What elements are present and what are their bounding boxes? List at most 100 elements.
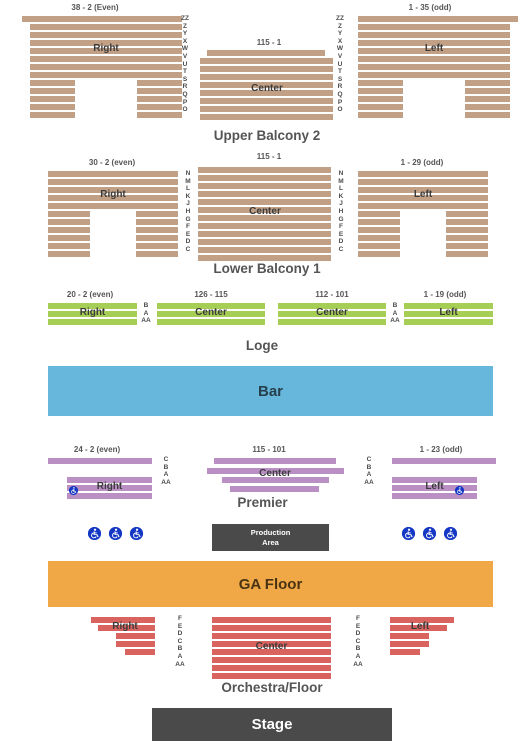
seat-row[interactable] xyxy=(207,468,344,474)
seat-row[interactable] xyxy=(91,617,155,623)
seat-row[interactable] xyxy=(136,211,178,217)
seat-row[interactable] xyxy=(200,90,333,96)
seat-row[interactable] xyxy=(200,58,333,64)
seat-row[interactable] xyxy=(198,247,331,253)
seat-row[interactable] xyxy=(358,219,400,225)
seat-row[interactable] xyxy=(212,633,331,639)
seat-row[interactable] xyxy=(137,80,182,86)
seat-row[interactable] xyxy=(200,106,333,112)
seat-row[interactable] xyxy=(30,40,182,46)
wheelchair-accessible-icon[interactable] xyxy=(109,527,122,540)
seat-row[interactable] xyxy=(465,96,510,102)
seat-row[interactable] xyxy=(390,625,447,631)
section-block-ga-floor[interactable]: GA Floor xyxy=(48,561,493,607)
seat-row[interactable] xyxy=(212,657,331,663)
stage-block[interactable]: Stage xyxy=(152,708,392,741)
seat-row[interactable] xyxy=(358,40,510,46)
seat-row[interactable] xyxy=(446,219,488,225)
wheelchair-accessible-icon[interactable] xyxy=(402,527,415,540)
seat-row[interactable] xyxy=(67,477,152,483)
seat-row[interactable] xyxy=(390,641,429,647)
wheelchair-accessible-icon[interactable] xyxy=(88,527,101,540)
seat-row[interactable] xyxy=(278,319,386,325)
seat-row[interactable] xyxy=(358,80,403,86)
seat-row[interactable] xyxy=(198,231,331,237)
seat-row[interactable] xyxy=(358,227,400,233)
seat-row[interactable] xyxy=(48,243,90,249)
seat-row[interactable] xyxy=(200,98,333,104)
wheelchair-accessible-icon[interactable] xyxy=(455,486,464,495)
seat-row[interactable] xyxy=(358,235,400,241)
seat-row[interactable] xyxy=(446,227,488,233)
seat-row[interactable] xyxy=(278,303,386,309)
seat-row[interactable] xyxy=(358,211,400,217)
seat-row[interactable] xyxy=(358,195,488,201)
seat-row[interactable] xyxy=(446,243,488,249)
wheelchair-accessible-icon[interactable] xyxy=(423,527,436,540)
seat-row[interactable] xyxy=(136,251,178,257)
seat-row[interactable] xyxy=(48,227,90,233)
seat-row[interactable] xyxy=(67,485,152,491)
seat-row[interactable] xyxy=(212,641,331,647)
seat-row[interactable] xyxy=(198,183,331,189)
seat-row[interactable] xyxy=(137,104,182,110)
seat-row[interactable] xyxy=(358,24,510,30)
seat-row[interactable] xyxy=(392,477,477,483)
wheelchair-accessible-icon[interactable] xyxy=(69,486,78,495)
seat-row[interactable] xyxy=(30,112,75,118)
seat-row[interactable] xyxy=(48,219,90,225)
section-block-bar[interactable]: Bar xyxy=(48,366,493,416)
seat-row[interactable] xyxy=(198,167,331,173)
seat-row[interactable] xyxy=(200,66,333,72)
seat-row[interactable] xyxy=(30,56,182,62)
seat-row[interactable] xyxy=(67,493,152,499)
seat-row[interactable] xyxy=(30,48,182,54)
seat-row[interactable] xyxy=(116,633,155,639)
seat-row[interactable] xyxy=(198,175,331,181)
seat-row[interactable] xyxy=(358,187,488,193)
seat-row[interactable] xyxy=(392,485,477,491)
seat-row[interactable] xyxy=(358,56,510,62)
seat-row[interactable] xyxy=(358,32,510,38)
seat-row[interactable] xyxy=(137,88,182,94)
seat-row[interactable] xyxy=(48,203,178,209)
seat-row[interactable] xyxy=(30,88,75,94)
seat-row[interactable] xyxy=(125,649,155,655)
seat-row[interactable] xyxy=(22,16,182,22)
seat-row[interactable] xyxy=(358,171,488,177)
wheelchair-accessible-icon[interactable] xyxy=(130,527,143,540)
seat-row[interactable] xyxy=(157,311,265,317)
seat-row[interactable] xyxy=(446,251,488,257)
seat-row[interactable] xyxy=(136,243,178,249)
seat-row[interactable] xyxy=(358,179,488,185)
seat-row[interactable] xyxy=(200,74,333,80)
seat-row[interactable] xyxy=(48,235,90,241)
seat-row[interactable] xyxy=(358,88,403,94)
seat-row[interactable] xyxy=(358,72,510,78)
seat-row[interactable] xyxy=(465,80,510,86)
seat-row[interactable] xyxy=(446,211,488,217)
seat-row[interactable] xyxy=(212,625,331,631)
seat-row[interactable] xyxy=(136,219,178,225)
seat-row[interactable] xyxy=(358,48,510,54)
seat-row[interactable] xyxy=(207,50,325,56)
seat-row[interactable] xyxy=(390,649,420,655)
seat-row[interactable] xyxy=(30,32,182,38)
seat-row[interactable] xyxy=(358,112,403,118)
seat-row[interactable] xyxy=(358,251,400,257)
seat-row[interactable] xyxy=(446,235,488,241)
seat-row[interactable] xyxy=(48,251,90,257)
seat-row[interactable] xyxy=(358,64,510,70)
seat-row[interactable] xyxy=(404,311,493,317)
seat-row[interactable] xyxy=(198,207,331,213)
seat-row[interactable] xyxy=(198,199,331,205)
seat-row[interactable] xyxy=(358,16,518,22)
wheelchair-accessible-icon[interactable] xyxy=(444,527,457,540)
seat-row[interactable] xyxy=(48,187,178,193)
seat-row[interactable] xyxy=(212,673,331,679)
seat-row[interactable] xyxy=(200,82,333,88)
seat-row[interactable] xyxy=(358,243,400,249)
seat-row[interactable] xyxy=(30,24,182,30)
seat-row[interactable] xyxy=(48,179,178,185)
seat-row[interactable] xyxy=(48,171,178,177)
